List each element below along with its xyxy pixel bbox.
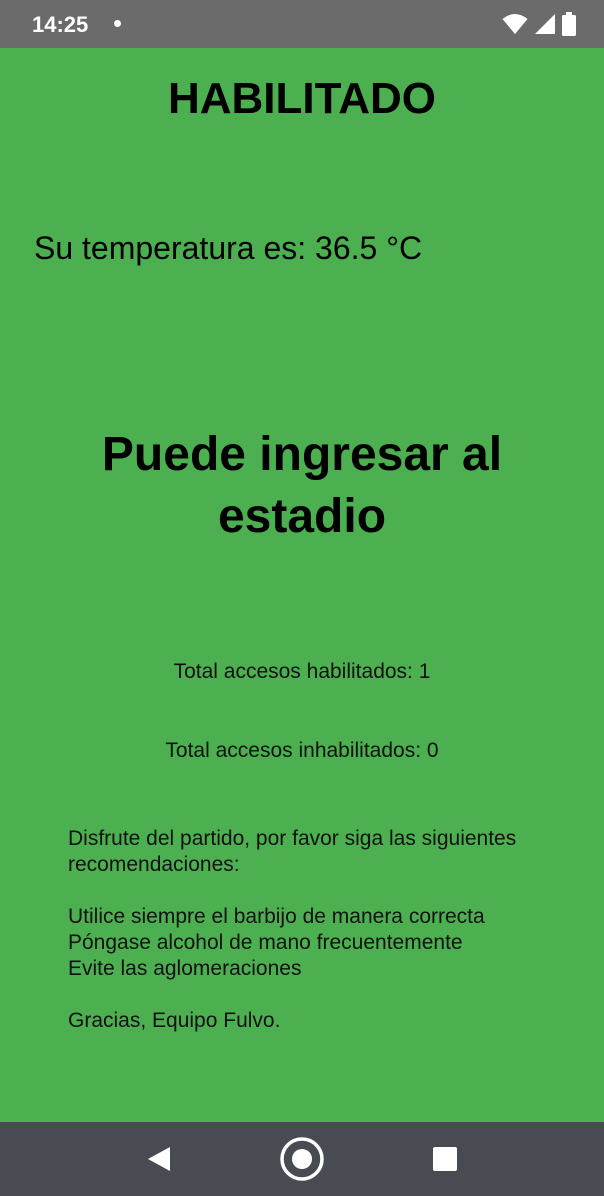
notification-dot-icon: [114, 20, 121, 27]
enabled-access-count: Total accesos habilitados: 1: [173, 660, 431, 683]
recommendation-item: Evite las aglomeraciones: [68, 957, 302, 980]
home-icon: [280, 1137, 324, 1181]
recents-icon: [433, 1147, 457, 1171]
home-button[interactable]: [279, 1136, 325, 1182]
status-bar: 14:25: [0, 0, 604, 48]
recommendation-item: Póngase alcohol de mano frecuentemente: [68, 931, 463, 954]
access-message: Puede ingresar al estadio: [101, 428, 503, 543]
navigation-bar: [0, 1122, 604, 1196]
status-time: 14:25: [32, 12, 89, 37]
recommendations-intro: Disfrute del partido, por favor siga las…: [68, 827, 517, 876]
status-title: HABILITADO: [167, 74, 437, 123]
recents-button[interactable]: [422, 1136, 468, 1182]
wifi-icon: [502, 14, 528, 34]
back-button[interactable]: [136, 1136, 182, 1182]
disabled-access-count: Total accesos inhabilitados: 0: [165, 739, 439, 762]
signal-icon: [535, 14, 555, 34]
back-icon: [148, 1147, 170, 1171]
app-screen: 14:25 HABILITADO Su temperatura es: 36.5…: [0, 0, 604, 1196]
status-icons: [502, 12, 576, 36]
recommendation-item: Utilice siempre el barbijo de manera cor…: [68, 905, 485, 928]
battery-icon: [562, 12, 576, 36]
closing-text: Gracias, Equipo Fulvo.: [68, 1009, 281, 1032]
recommendations-block: Disfrute del partido, por favor siga las…: [68, 826, 568, 1034]
temperature-text: Su temperatura es: 36.5 °C: [34, 230, 423, 266]
